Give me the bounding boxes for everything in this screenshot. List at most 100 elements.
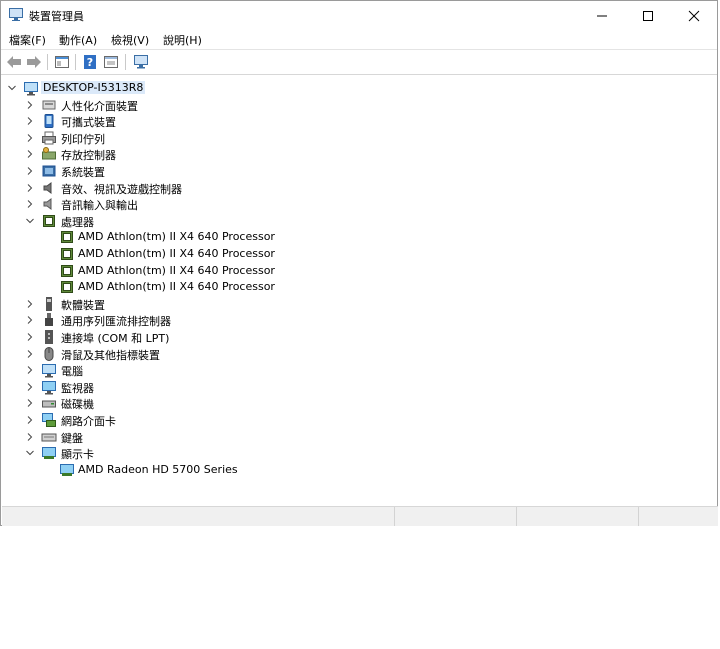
chevron-right-icon[interactable] bbox=[26, 316, 34, 324]
tree-category[interactable]: 滑鼠及其他指標裝置 bbox=[3, 346, 715, 362]
tree-category-label: 處理器 bbox=[61, 216, 94, 229]
chevron-right-icon[interactable] bbox=[26, 350, 34, 358]
processor-icon bbox=[61, 248, 73, 260]
chevron-right-icon[interactable] bbox=[26, 333, 34, 341]
tree-category-label: 列印佇列 bbox=[61, 133, 105, 146]
tree-category[interactable]: 列印佇列 bbox=[3, 130, 715, 146]
system-device-icon bbox=[42, 165, 56, 177]
processor-icon bbox=[61, 265, 73, 277]
tree-device[interactable]: AMD Athlon(tm) II X4 640 Processor bbox=[3, 279, 715, 295]
tree-category[interactable]: 顯示卡 bbox=[3, 445, 715, 461]
tree-category[interactable]: 存放控制器 bbox=[3, 146, 715, 162]
tree-category[interactable]: 系統裝置 bbox=[3, 163, 715, 179]
chevron-right-icon[interactable] bbox=[26, 117, 34, 125]
tree-root[interactable]: DESKTOP-I5313R8 bbox=[3, 80, 715, 96]
toolbar-separator bbox=[47, 54, 48, 70]
monitor-icon bbox=[42, 381, 56, 395]
tree-category-label: 電腦 bbox=[61, 365, 83, 378]
scan-hardware-icon[interactable] bbox=[132, 53, 150, 71]
tree-category-label: 連接埠 (COM 和 LPT) bbox=[61, 332, 170, 345]
chevron-right-icon[interactable] bbox=[26, 416, 34, 424]
forward-arrow-icon[interactable] bbox=[25, 53, 43, 71]
tree-category-label: 軟體裝置 bbox=[61, 299, 105, 312]
tree-category-label: 滑鼠及其他指標裝置 bbox=[61, 349, 160, 362]
tree-category[interactable]: 磁碟機 bbox=[3, 395, 715, 411]
window-title: 裝置管理員 bbox=[29, 10, 84, 23]
device-manager-window: 裝置管理員 檔案(F) 動作(A) 檢視(V) 說明(H) ? DESKTOP-… bbox=[0, 0, 718, 526]
chevron-right-icon[interactable] bbox=[26, 383, 34, 391]
chevron-right-icon[interactable] bbox=[26, 300, 34, 308]
tree-device[interactable]: AMD Athlon(tm) II X4 640 Processor bbox=[3, 229, 715, 245]
device-manager-app-icon bbox=[9, 8, 23, 21]
chevron-right-icon[interactable] bbox=[26, 134, 34, 142]
tree-category[interactable]: 網路介面卡 bbox=[3, 412, 715, 428]
properties-window-icon[interactable] bbox=[53, 53, 71, 71]
chevron-down-icon[interactable] bbox=[26, 449, 34, 457]
tree-category[interactable]: 音訊輸入與輸出 bbox=[3, 196, 715, 212]
processor-icon bbox=[61, 281, 73, 293]
update-driver-icon[interactable] bbox=[102, 53, 120, 71]
tree-category[interactable]: 連接埠 (COM 和 LPT) bbox=[3, 329, 715, 345]
menu-view[interactable]: 檢視(V) bbox=[111, 32, 149, 48]
minimize-icon bbox=[597, 15, 607, 17]
maximize-button[interactable] bbox=[625, 1, 671, 29]
tree-category-label: 系統裝置 bbox=[61, 166, 105, 179]
tree-category-label: 通用序列匯流排控制器 bbox=[61, 315, 171, 328]
tree-category[interactable]: 處理器 bbox=[3, 213, 715, 229]
tree-category[interactable]: 電腦 bbox=[3, 362, 715, 378]
chevron-right-icon[interactable] bbox=[26, 167, 34, 175]
software-device-icon bbox=[46, 297, 52, 311]
network-adapter-icon bbox=[42, 413, 56, 427]
minimize-button[interactable] bbox=[579, 1, 625, 29]
tree-category[interactable]: 監視器 bbox=[3, 379, 715, 395]
tree-device-label: AMD Radeon HD 5700 Series bbox=[78, 463, 238, 476]
mouse-icon bbox=[44, 347, 54, 361]
device-tree[interactable]: DESKTOP-I5313R8 人性化介面裝置 可攜式裝置列印佇列 存放控制器系統裝… bbox=[3, 77, 715, 505]
portable-device-icon bbox=[44, 114, 54, 128]
hid-icon bbox=[42, 100, 56, 110]
chevron-down-icon[interactable] bbox=[26, 217, 34, 225]
menu-action[interactable]: 動作(A) bbox=[59, 32, 97, 48]
printer-icon bbox=[42, 131, 56, 145]
tree-category[interactable]: 鍵盤 bbox=[3, 429, 715, 445]
tree-category-label: 顯示卡 bbox=[61, 448, 94, 461]
status-pane bbox=[638, 507, 639, 526]
close-button[interactable] bbox=[671, 1, 717, 29]
tree-device-label: AMD Athlon(tm) II X4 640 Processor bbox=[78, 230, 275, 243]
tree-category[interactable]: 可攜式裝置 bbox=[3, 113, 715, 129]
processor-icon bbox=[61, 231, 73, 243]
display-adapter-icon bbox=[42, 447, 56, 459]
chevron-right-icon[interactable] bbox=[26, 366, 34, 374]
chevron-right-icon[interactable] bbox=[26, 433, 34, 441]
menu-file[interactable]: 檔案(F) bbox=[9, 32, 46, 48]
tree-category[interactable]: 軟體裝置 bbox=[3, 296, 715, 312]
display-adapter-icon bbox=[60, 464, 74, 476]
chevron-right-icon[interactable] bbox=[26, 200, 34, 208]
tree-device[interactable]: AMD Radeon HD 5700 Series bbox=[3, 462, 715, 478]
chevron-right-icon[interactable] bbox=[26, 150, 34, 158]
tree-category[interactable]: 音效、視訊及遊戲控制器 bbox=[3, 180, 715, 196]
back-arrow-icon[interactable] bbox=[5, 53, 23, 71]
tree-device[interactable]: AMD Athlon(tm) II X4 640 Processor bbox=[3, 246, 715, 262]
tree-device[interactable]: AMD Athlon(tm) II X4 640 Processor bbox=[3, 263, 715, 279]
title-bar[interactable]: 裝置管理員 bbox=[1, 1, 717, 29]
tree-category-label: 網路介面卡 bbox=[61, 415, 116, 428]
status-bar bbox=[2, 506, 718, 526]
chevron-right-icon[interactable] bbox=[26, 399, 34, 407]
processor-icon bbox=[43, 215, 55, 227]
maximize-icon bbox=[643, 11, 653, 21]
tree-root-label: DESKTOP-I5313R8 bbox=[41, 81, 146, 94]
menu-bar: 檔案(F) 動作(A) 檢視(V) 說明(H) bbox=[1, 29, 717, 49]
status-pane bbox=[394, 507, 395, 526]
toolbar-separator bbox=[125, 54, 126, 70]
tree-category-label: 人性化介面裝置 bbox=[61, 100, 138, 113]
tree-category-label: 磁碟機 bbox=[61, 398, 94, 411]
speaker-icon bbox=[43, 182, 52, 194]
tree-category[interactable]: 通用序列匯流排控制器 bbox=[3, 312, 715, 328]
tree-category[interactable]: 人性化介面裝置 bbox=[3, 97, 715, 113]
chevron-right-icon[interactable] bbox=[26, 184, 34, 192]
chevron-right-icon[interactable] bbox=[26, 101, 34, 109]
chevron-down-icon[interactable] bbox=[8, 84, 16, 92]
help-icon[interactable]: ? bbox=[81, 53, 99, 71]
menu-help[interactable]: 說明(H) bbox=[163, 32, 202, 48]
